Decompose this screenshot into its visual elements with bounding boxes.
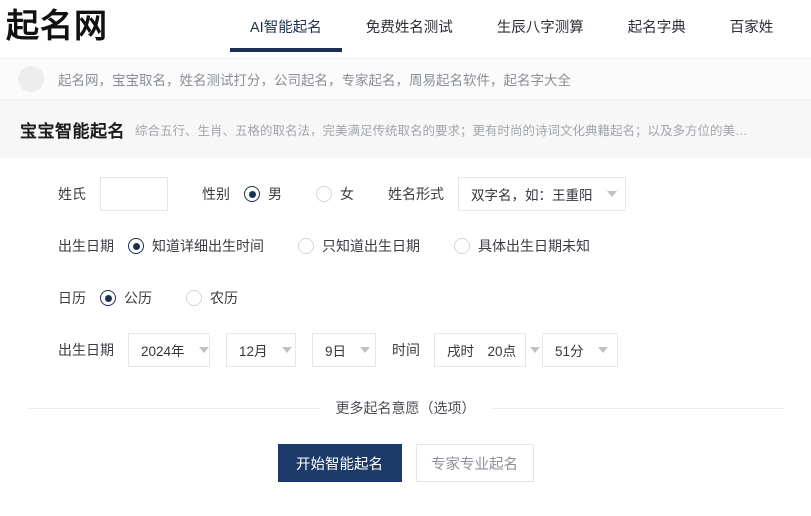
- nav-item-name-dictionary[interactable]: 起名字典: [606, 18, 708, 52]
- birth-year-value: 2024年: [141, 344, 185, 359]
- nav-item-hundred-surnames[interactable]: 百家姓: [708, 18, 796, 52]
- birth-minute-select[interactable]: 51分: [542, 333, 618, 367]
- nav-item-zodiac-naming[interactable]: 生肖起: [795, 18, 811, 52]
- calendar-option-solar[interactable]: 公历: [100, 288, 152, 308]
- radio-unselected-icon: [316, 186, 332, 202]
- divider-line-right: [491, 407, 783, 409]
- nav-item-free-name-test[interactable]: 免费姓名测试: [344, 18, 475, 52]
- form-actions: 开始智能起名 专家专业起名: [0, 444, 811, 482]
- birth-minute-value: 51分: [555, 344, 584, 359]
- calendar-option-lunar[interactable]: 农历: [186, 288, 238, 308]
- circle-avatar-icon: [18, 66, 44, 92]
- more-wishes-label[interactable]: 更多起名意愿（选项）: [320, 398, 492, 418]
- birth-day-value: 9日: [325, 344, 347, 359]
- birth-known-option-detailed[interactable]: 知道详细出生时间: [128, 236, 264, 256]
- name-form-select[interactable]: 双字名，如：王重阳: [458, 177, 626, 211]
- site-logo[interactable]: 起名网: [6, 6, 108, 46]
- page-title: 宝宝智能起名: [20, 121, 125, 141]
- birth-known-option-unknown[interactable]: 具体出生日期未知: [454, 236, 590, 256]
- chevron-down-icon: [198, 347, 209, 353]
- form-row-birth-date: 出生日期 2024年 12月 9日 时间 戌时 20点 51分: [0, 324, 811, 376]
- main-nav: AI智能起名 免费姓名测试 生辰八字测算 起名字典 百家姓 生肖起: [228, 18, 811, 52]
- keyword-bar-text: 起名网，宝宝取名，姓名测试打分，公司起名，专家起名，周易起名软件，起名字大全: [58, 73, 571, 88]
- radio-selected-icon: [244, 186, 260, 202]
- calendar-label: 日历: [58, 290, 86, 306]
- name-form-label: 姓名形式: [388, 186, 444, 202]
- chevron-down-icon: [360, 347, 371, 353]
- birth-hour-value: 戌时 20点: [447, 344, 517, 359]
- gender-radio-group: 男 女: [244, 184, 388, 204]
- gender-option-male[interactable]: 男: [244, 184, 282, 204]
- name-form-value: 双字名，如：王重阳: [471, 188, 593, 203]
- radio-selected-icon: [100, 290, 116, 306]
- birth-known-radio-group: 知道详细出生时间 只知道出生日期 具体出生日期未知: [128, 236, 624, 256]
- calendar-option-solar-label: 公历: [124, 290, 152, 306]
- form-row-birth-known: 出生日期 知道详细出生时间 只知道出生日期 具体出生日期未知: [0, 220, 811, 272]
- gender-option-female[interactable]: 女: [316, 184, 354, 204]
- expert-naming-button[interactable]: 专家专业起名: [415, 444, 534, 482]
- birth-month-select[interactable]: 12月: [226, 333, 296, 367]
- divider-line-left: [28, 407, 320, 409]
- birth-hour-select[interactable]: 戌时 20点: [434, 333, 541, 367]
- gender-option-female-label: 女: [340, 186, 354, 202]
- calendar-option-lunar-label: 农历: [210, 290, 238, 306]
- birth-known-option-detailed-label: 知道详细出生时间: [152, 238, 264, 254]
- calendar-radio-group: 公历 农历: [100, 288, 272, 308]
- birth-year-select[interactable]: 2024年: [128, 333, 210, 367]
- gender-label: 性别: [202, 186, 230, 202]
- gender-option-male-label: 男: [268, 186, 282, 202]
- page-root: 起名网 AI智能起名 免费姓名测试 生辰八字测算 起名字典 百家姓 生肖起 起名…: [0, 0, 811, 516]
- start-smart-naming-button[interactable]: 开始智能起名: [277, 444, 402, 482]
- chevron-down-icon: [530, 347, 541, 353]
- birth-known-label: 出生日期: [58, 238, 114, 254]
- chevron-down-icon: [281, 347, 292, 353]
- keyword-bar: 起名网，宝宝取名，姓名测试打分，公司起名，专家起名，周易起名软件，起名字大全: [0, 58, 811, 100]
- birth-known-option-date-only[interactable]: 只知道出生日期: [298, 236, 420, 256]
- chevron-down-icon: [606, 191, 617, 197]
- nav-item-bazi-calc[interactable]: 生辰八字测算: [475, 18, 606, 52]
- surname-input[interactable]: [100, 177, 168, 211]
- nav-item-ai-naming[interactable]: AI智能起名: [228, 18, 344, 52]
- section-title-band: 宝宝智能起名 综合五行、生肖、五格的取名法，完美满足传统取名的要求；更有时尚的诗…: [0, 100, 811, 158]
- chevron-down-icon: [597, 347, 608, 353]
- radio-unselected-icon: [298, 238, 314, 254]
- birth-month-value: 12月: [239, 344, 268, 359]
- form-row-basic: 姓氏 性别 男 女 姓名形式 双字名，如：王重阳: [0, 168, 811, 220]
- radio-unselected-icon: [186, 290, 202, 306]
- birth-known-option-unknown-label: 具体出生日期未知: [478, 238, 590, 254]
- naming-form: 姓氏 性别 男 女 姓名形式 双字名，如：王重阳 出生日期 知道详细出生时间 只…: [0, 158, 811, 482]
- birth-day-select[interactable]: 9日: [312, 333, 376, 367]
- surname-label: 姓氏: [58, 186, 86, 202]
- site-header: 起名网 AI智能起名 免费姓名测试 生辰八字测算 起名字典 百家姓 生肖起: [0, 0, 811, 58]
- page-description: 综合五行、生肖、五格的取名法，完美满足传统取名的要求；更有时尚的诗词文化典籍起名…: [135, 123, 748, 138]
- form-row-calendar: 日历 公历 农历: [0, 272, 811, 324]
- birth-known-option-date-only-label: 只知道出生日期: [322, 238, 420, 254]
- birth-date-label: 出生日期: [58, 342, 114, 358]
- more-wishes-divider[interactable]: 更多起名意愿（选项）: [0, 398, 811, 418]
- radio-unselected-icon: [454, 238, 470, 254]
- birth-time-label: 时间: [392, 342, 420, 358]
- radio-selected-icon: [128, 238, 144, 254]
